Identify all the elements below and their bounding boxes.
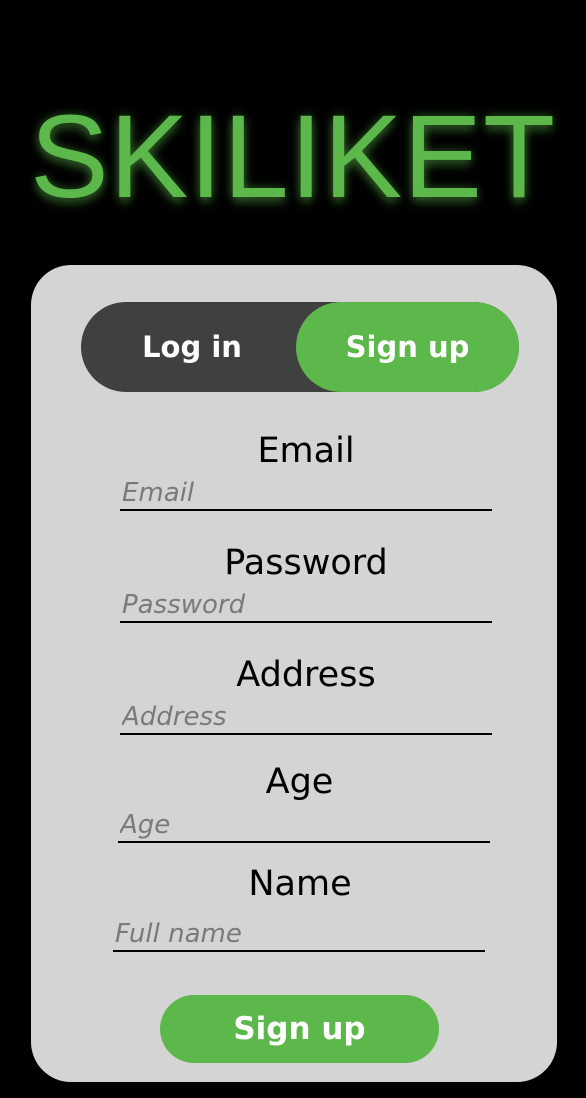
password-label: Password bbox=[224, 543, 388, 583]
email-field[interactable] bbox=[120, 477, 492, 511]
full-name-field[interactable] bbox=[113, 918, 485, 952]
login-tab[interactable]: Log in bbox=[81, 302, 303, 392]
address-label: Address bbox=[236, 655, 376, 695]
signup-submit-button[interactable]: Sign up bbox=[160, 995, 439, 1063]
email-label: Email bbox=[257, 431, 355, 471]
address-field[interactable] bbox=[120, 701, 492, 735]
app-title: SKILIKET bbox=[29, 91, 557, 223]
name-label: Name bbox=[248, 864, 352, 904]
auth-toggle: Log in Sign up bbox=[81, 302, 519, 392]
password-field[interactable] bbox=[120, 589, 492, 623]
signup-tab[interactable]: Sign up bbox=[296, 302, 519, 392]
age-field[interactable] bbox=[118, 809, 490, 843]
age-label: Age bbox=[265, 762, 334, 802]
signup-card: Log in Sign up Email Password Address Ag… bbox=[31, 265, 557, 1082]
